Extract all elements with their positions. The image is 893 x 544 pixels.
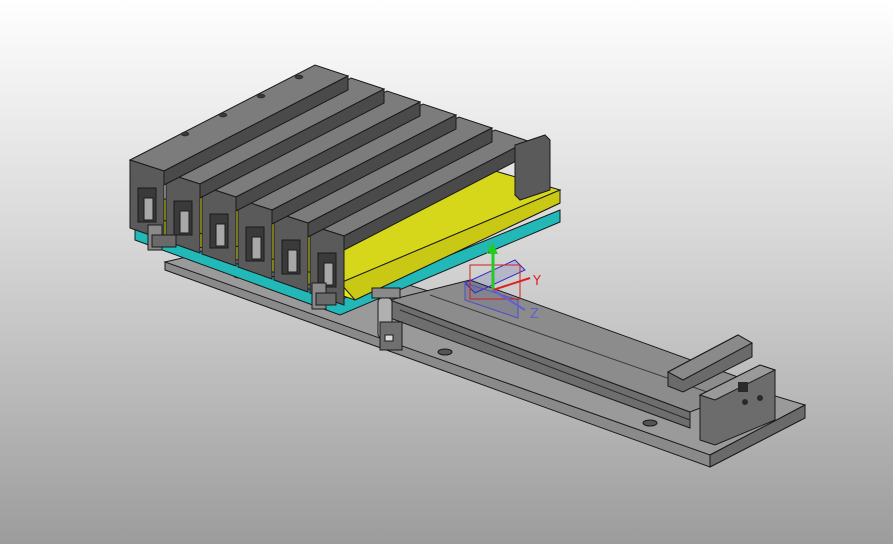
cad-3d-viewport[interactable]: X Y Z xyxy=(0,0,893,544)
axis-z-label: Z xyxy=(530,307,539,322)
rear-end-cap xyxy=(514,134,551,201)
cad-model-view[interactable]: X Y Z xyxy=(0,0,893,544)
axis-x-label: X xyxy=(486,242,495,257)
axis-y-label: Y xyxy=(532,274,541,289)
